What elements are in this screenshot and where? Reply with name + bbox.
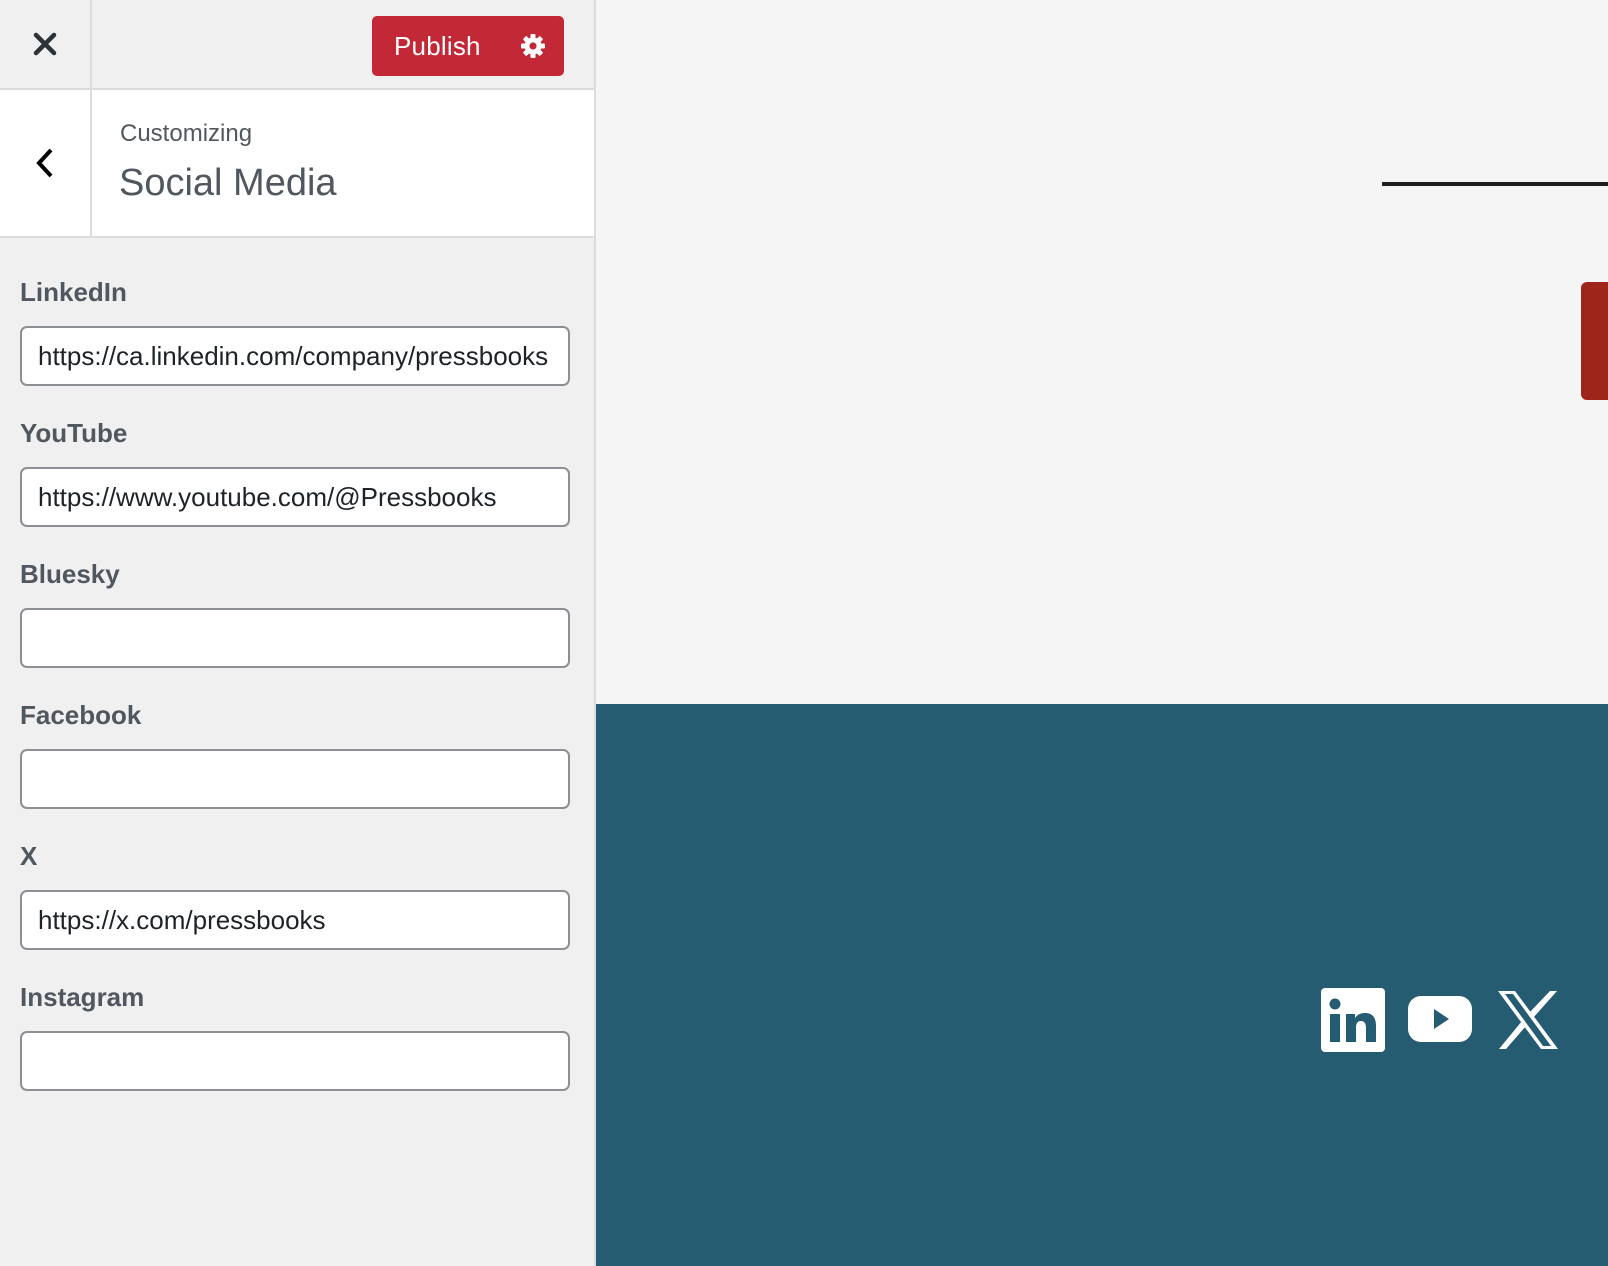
- close-icon: [33, 32, 57, 56]
- facebook-label: Facebook: [20, 700, 142, 730]
- customizer-sidebar: Publish Customizing Social Media LinkedI…: [0, 0, 596, 1266]
- youtube-icon[interactable]: [1408, 996, 1472, 1042]
- x-input[interactable]: [20, 890, 570, 950]
- youtube-input[interactable]: [20, 467, 570, 527]
- site-preview: [596, 0, 1608, 1266]
- bluesky-input[interactable]: [20, 608, 570, 668]
- preview-side-tab[interactable]: [1581, 282, 1608, 400]
- bluesky-label: Bluesky: [20, 559, 120, 589]
- gear-icon[interactable]: [520, 33, 546, 59]
- linkedin-icon[interactable]: [1321, 988, 1385, 1052]
- x-icon[interactable]: [1497, 991, 1559, 1049]
- chevron-left-icon: [36, 148, 53, 178]
- section-header: Customizing Social Media: [0, 90, 594, 238]
- youtube-label: YouTube: [20, 418, 128, 448]
- publish-button[interactable]: Publish: [372, 16, 564, 76]
- back-button[interactable]: [0, 90, 92, 236]
- linkedin-label: LinkedIn: [20, 277, 127, 307]
- instagram-input[interactable]: [20, 1031, 570, 1091]
- customizer-header: Publish: [0, 0, 594, 90]
- site-footer: [596, 704, 1608, 1266]
- header-divider-line: [1382, 182, 1608, 186]
- instagram-label: Instagram: [20, 982, 145, 1012]
- section-title: Social Media: [119, 162, 337, 204]
- close-customizer-button[interactable]: [0, 0, 92, 88]
- publish-label: Publish: [394, 30, 481, 61]
- linkedin-input[interactable]: [20, 326, 570, 386]
- breadcrumb: Customizing: [120, 120, 253, 147]
- x-label: X: [20, 841, 38, 871]
- facebook-input[interactable]: [20, 749, 570, 809]
